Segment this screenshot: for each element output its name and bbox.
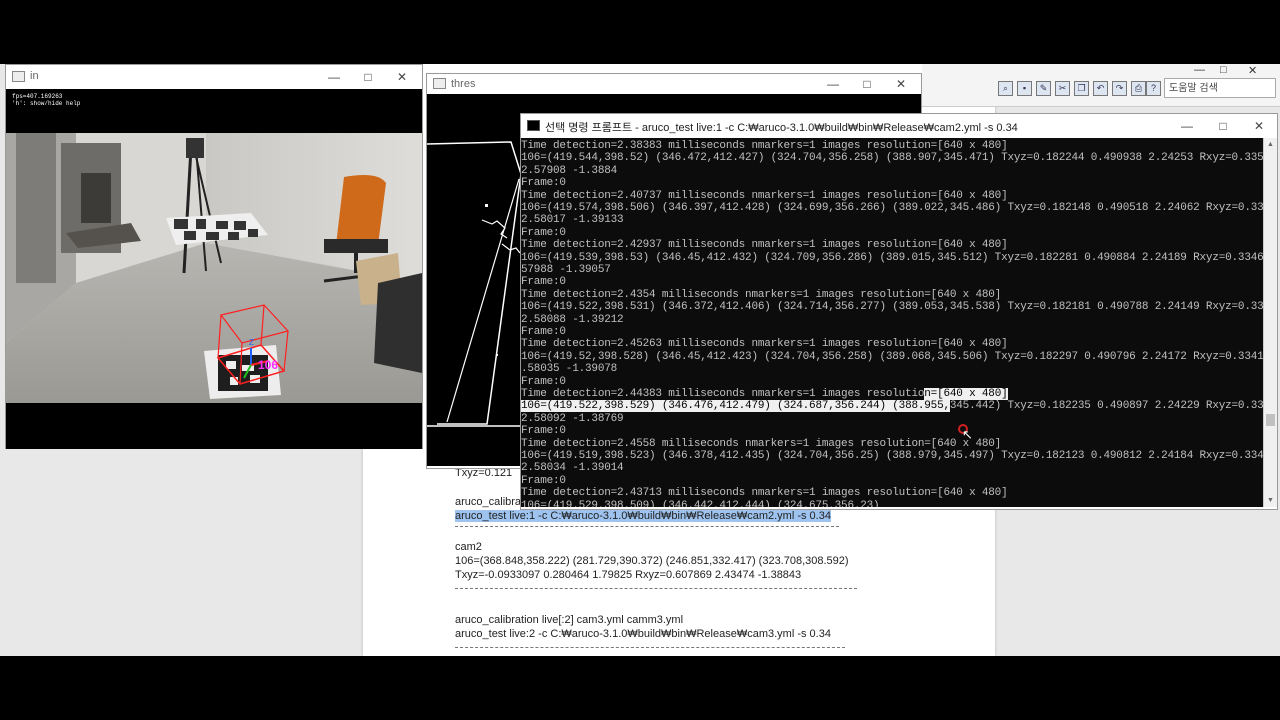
console-line: 106=(419.522,398.531) (346.372,412.406) …: [521, 301, 1263, 314]
svg-text:106: 106: [258, 358, 278, 372]
console-line: 106=(419.52,398.528) (346.45,412.423) (3…: [521, 350, 1263, 363]
document-line: aruco_test live:2 -c C:₩aruco-3.1.0₩buil…: [455, 628, 831, 640]
help-hint-text: 'h': show/hide help: [12, 100, 81, 107]
camera-image: 106 Z: [6, 133, 422, 403]
console-icon: [527, 120, 540, 131]
console-line: Frame:0: [521, 177, 566, 190]
close-button[interactable]: ✕: [388, 67, 416, 87]
minimize-button[interactable]: —: [1194, 64, 1205, 76]
maximize-button[interactable]: □: [1220, 64, 1227, 76]
minimize-button[interactable]: —: [320, 67, 348, 87]
scroll-up-icon[interactable]: ▲: [1267, 141, 1274, 148]
console-line: Time detection=2.43713 milliseconds nmar…: [521, 487, 1008, 500]
console-line: 2.58034 -1.39014: [521, 462, 624, 475]
maximize-button[interactable]: □: [354, 67, 382, 87]
console-line: Time detection=2.38383 milliseconds nmar…: [521, 140, 1008, 152]
console-line: Frame:0: [521, 226, 566, 239]
mouse-cursor-icon: ↖: [962, 427, 973, 442]
console-line: .58035 -1.39078: [521, 363, 618, 376]
console-line: 2.58017 -1.39133: [521, 214, 624, 227]
title-bar[interactable]: thres — □ ✕: [427, 74, 921, 94]
maximize-button[interactable]: □: [1209, 116, 1237, 136]
console-line: 106=(419.519,398.523) (346.378,412.435) …: [521, 450, 1263, 462]
console-line: 106=(419.529,398.509) (346.442,412.444) …: [521, 499, 880, 507]
console-line: Time detection=2.4354 milliseconds nmark…: [521, 288, 1002, 301]
window-title: in: [30, 70, 39, 82]
close-button[interactable]: ✕: [887, 74, 915, 94]
window-title: thres: [451, 78, 476, 90]
dash-separator: [455, 526, 839, 527]
console-line: 106=(419.544,398.52) (346.472,412.427) (…: [521, 152, 1263, 165]
console-scrollbar[interactable]: ▲ ▼: [1263, 138, 1277, 507]
help-search-input[interactable]: 도움말 검색: [1164, 78, 1276, 98]
window-icon: [12, 71, 25, 82]
document-line: 106=(368.848,358.222) (281.729,390.372) …: [455, 555, 849, 567]
camera-frame: fps=407.169263 'h': show/hide help 106 Z: [6, 89, 422, 449]
dash-separator: [455, 588, 857, 589]
console-line: 2.58092 -1.38769: [521, 412, 624, 425]
fps-text: fps=407.169263: [12, 93, 63, 100]
print-icon[interactable]: ⎙: [1131, 81, 1146, 96]
document-line: cam2: [455, 541, 482, 553]
dash-separator: [455, 647, 845, 648]
fps-overlay: fps=407.169263 'h': show/hide help: [12, 93, 80, 107]
copy-icon[interactable]: ❐: [1074, 81, 1089, 96]
console-line: Time detection=2.44383 milliseconds nmar…: [521, 388, 1008, 400]
console-line: 2.57908 -1.3884: [521, 164, 618, 177]
console-line: Frame:0: [521, 375, 566, 388]
minimize-button[interactable]: —: [1173, 116, 1201, 136]
console-line: Frame:0: [521, 474, 566, 487]
word-toolbar: — □ ✕ ⌕ ▪ ✎ ✂ ❐ ↶ ↷ ⎙ ? 도움말 검색: [922, 64, 1280, 107]
console-line: Frame:0: [521, 425, 566, 438]
console-output[interactable]: Time detection=2.38383 milliseconds nmar…: [521, 138, 1263, 507]
document-line: aruco_calibration live[:2] cam3.yml camm…: [455, 614, 684, 626]
redo-icon[interactable]: ↷: [1112, 81, 1127, 96]
console-line: Time detection=2.4558 milliseconds nmark…: [521, 437, 1002, 450]
document-line: aruco_test live:1 -c C:₩aruco-3.1.0₩buil…: [455, 510, 831, 522]
scroll-down-icon[interactable]: ▼: [1267, 497, 1274, 504]
close-button[interactable]: ✕: [1248, 64, 1257, 77]
minimize-button[interactable]: —: [819, 74, 847, 94]
console-line: Time detection=2.42937 milliseconds nmar…: [521, 239, 1008, 252]
console-line: Frame:0: [521, 326, 566, 338]
console-line: 2.58088 -1.39212: [521, 313, 624, 326]
find-icon[interactable]: ⌕: [998, 81, 1013, 96]
title-bar[interactable]: in — □ ✕: [6, 65, 422, 89]
document-line: Txyz=-0.0933097 0.280464 1.79825 Rxyz=0.…: [455, 569, 802, 581]
cut-icon[interactable]: ✂: [1055, 81, 1070, 96]
help-icon[interactable]: ?: [1146, 81, 1161, 96]
window-title: 선택 명령 프롬프트 - aruco_test live:1 -c C:₩aru…: [545, 122, 1018, 134]
close-button[interactable]: ✕: [1245, 116, 1273, 136]
undo-icon[interactable]: ↶: [1093, 81, 1108, 96]
document-line: aruco_calibra: [455, 496, 522, 508]
console-line: 106=(419.522,398.529) (346.476,412.479) …: [521, 400, 1263, 413]
scrollbar-thumb[interactable]: [1266, 414, 1275, 426]
maximize-button[interactable]: □: [853, 74, 881, 94]
window-icon: [433, 78, 446, 89]
console-line: Time detection=2.45263 milliseconds nmar…: [521, 338, 1008, 351]
edit-icon[interactable]: ✎: [1036, 81, 1051, 96]
console-line: Frame:0: [521, 276, 566, 289]
console-line: 106=(419.574,398.506) (346.397,412.428) …: [521, 202, 1263, 214]
camera-window[interactable]: in — □ ✕ fps=407.169263 'h': show/hide h…: [5, 64, 423, 449]
console-line: Time detection=2.40737 milliseconds nmar…: [521, 189, 1008, 202]
title-bar[interactable]: 선택 명령 프롬프트 - aruco_test live:1 -c C:₩aru…: [521, 114, 1277, 138]
svg-text:Z: Z: [249, 338, 254, 347]
console-line: 57988 -1.39057: [521, 264, 611, 276]
save-icon[interactable]: ▪: [1017, 81, 1032, 96]
command-prompt-window[interactable]: 선택 명령 프롬프트 - aruco_test live:1 -c C:₩aru…: [520, 113, 1278, 510]
console-line: 106=(419.539,398.53) (346.45,412.432) (3…: [521, 251, 1263, 264]
